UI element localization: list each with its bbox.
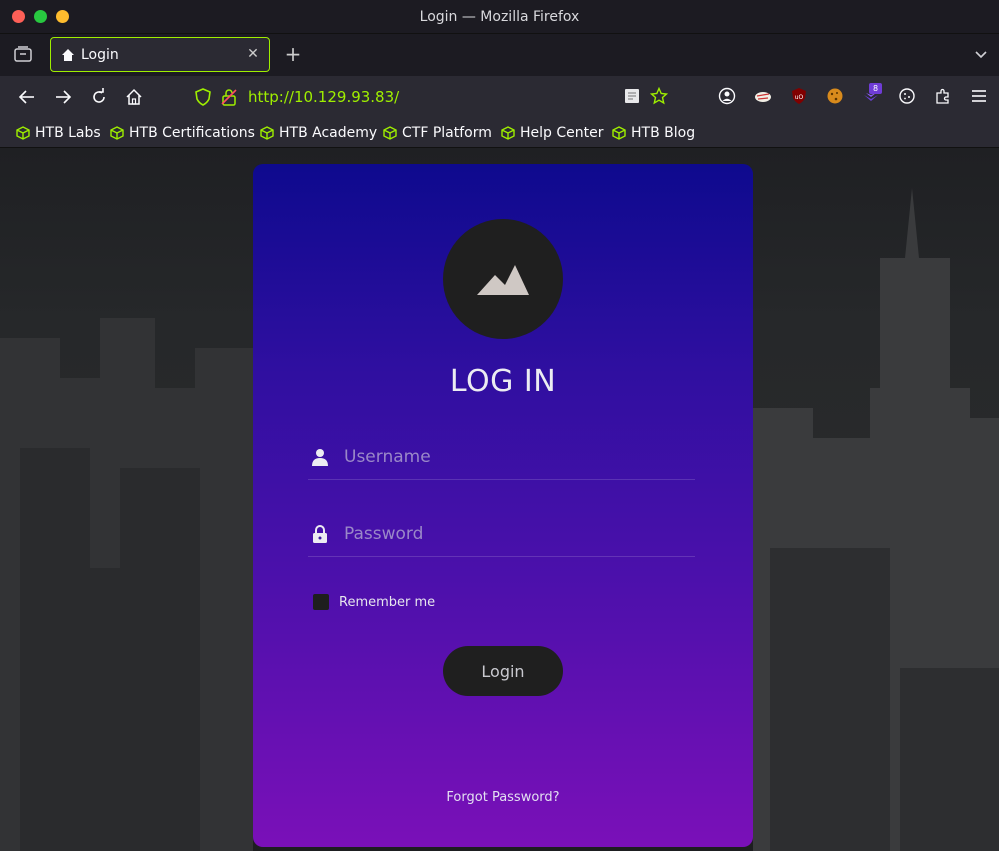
- url-bar[interactable]: http://10.129.93.83/: [248, 88, 399, 106]
- window-title: Login — Mozilla Firefox: [419, 9, 580, 25]
- htb-cube-icon: [260, 126, 274, 140]
- password-input[interactable]: [344, 517, 684, 551]
- bookmark-label: Help Center: [520, 125, 604, 141]
- htb-cube-icon: [612, 126, 626, 140]
- htb-cube-icon: [16, 126, 30, 140]
- tab-strip: Login ✕ +: [0, 34, 999, 76]
- bookmark-ctf-platform[interactable]: CTF Platform: [383, 123, 492, 143]
- extensions-puzzle-icon[interactable]: [934, 87, 952, 105]
- lock-icon: [313, 525, 327, 543]
- insecure-lock-icon[interactable]: [219, 87, 239, 107]
- forward-icon[interactable]: [53, 87, 73, 107]
- bookmark-star-icon[interactable]: [650, 87, 668, 105]
- burp-extension-icon[interactable]: [754, 87, 772, 105]
- bookmark-label: HTB Blog: [631, 125, 696, 141]
- cookie-extension-icon[interactable]: [826, 87, 844, 105]
- username-input[interactable]: [344, 440, 684, 474]
- home-button-icon[interactable]: [124, 87, 144, 107]
- bookmark-htb-blog[interactable]: HTB Blog: [612, 123, 695, 143]
- ublock-icon[interactable]: uO: [790, 87, 808, 105]
- menu-hamburger-icon[interactable]: [970, 87, 988, 105]
- htb-cube-icon: [383, 126, 397, 140]
- page-viewport: LOG IN Remember me Login Forgot Password…: [0, 148, 999, 851]
- chevron-down-icon[interactable]: [973, 46, 989, 62]
- htb-cube-icon: [501, 126, 515, 140]
- navigation-bar: http://10.129.93.83/ uO 8: [0, 76, 999, 118]
- login-heading: LOG IN: [449, 364, 557, 399]
- htb-cube-icon: [110, 126, 124, 140]
- bookmark-htb-certifications[interactable]: HTB Certifications: [110, 123, 255, 143]
- bookmark-label: HTB Academy: [279, 125, 378, 141]
- extension-badge: 8: [869, 83, 882, 94]
- user-icon: [312, 449, 328, 466]
- reload-icon[interactable]: [89, 87, 109, 107]
- login-card: LOG IN Remember me Login Forgot Password…: [253, 164, 753, 847]
- login-button[interactable]: Login: [443, 646, 563, 696]
- bookmark-label: HTB Labs: [35, 125, 101, 141]
- window-titlebar: Login — Mozilla Firefox: [0, 0, 999, 34]
- bookmark-help-center[interactable]: Help Center: [501, 123, 604, 143]
- remember-me-row: Remember me: [313, 594, 435, 610]
- new-tab-button[interactable]: +: [283, 42, 303, 66]
- svg-text:uO: uO: [795, 94, 804, 101]
- bookmark-label: HTB Certifications: [129, 125, 255, 141]
- bookmark-htb-labs[interactable]: HTB Labs: [16, 123, 101, 143]
- forgot-password-link[interactable]: Forgot Password?: [253, 790, 753, 805]
- username-field: [308, 436, 695, 480]
- bookmark-htb-academy[interactable]: HTB Academy: [260, 123, 377, 143]
- shield-icon[interactable]: [193, 87, 213, 107]
- tab-label: Login: [81, 47, 119, 63]
- remember-me-label: Remember me: [339, 594, 436, 610]
- tab-list-icon[interactable]: [14, 46, 32, 62]
- tab-close-icon[interactable]: ✕: [245, 46, 261, 62]
- mountain-logo-icon: [477, 265, 529, 295]
- account-icon[interactable]: [718, 87, 736, 105]
- reader-view-icon[interactable]: [623, 87, 641, 105]
- password-field: [308, 513, 695, 557]
- back-icon[interactable]: [17, 87, 37, 107]
- bookmark-label: CTF Platform: [402, 125, 492, 141]
- bookmarks-toolbar: HTB Labs HTB Certifications HTB Academy …: [0, 118, 999, 148]
- tab-login[interactable]: Login ✕: [50, 37, 270, 72]
- home-icon: [62, 49, 74, 61]
- cookie-editor-icon[interactable]: [898, 87, 916, 105]
- remember-me-checkbox[interactable]: [313, 594, 329, 610]
- logo-badge: [443, 219, 563, 339]
